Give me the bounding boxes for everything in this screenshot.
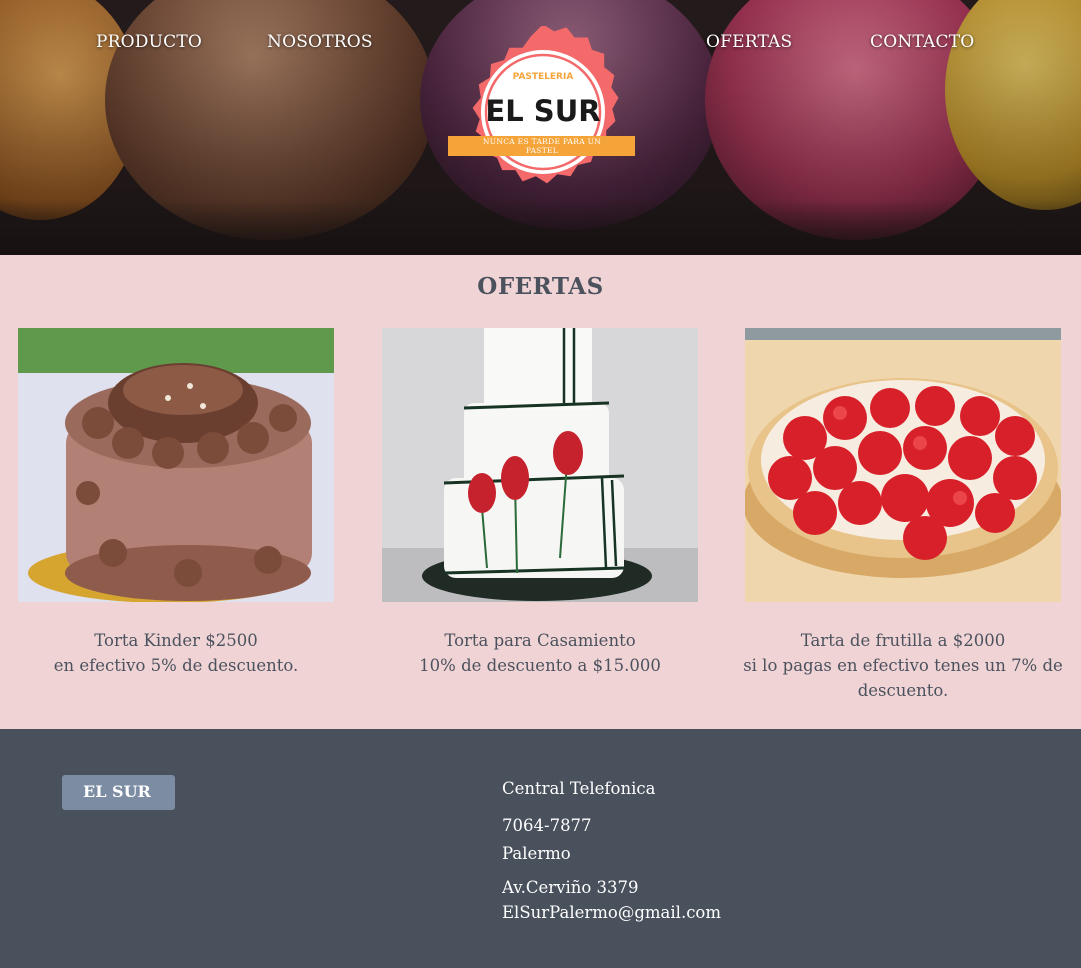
offers-title: OFERTAS [477, 273, 604, 300]
nav-contacto[interactable]: CONTACTO [870, 32, 974, 52]
offer-title-line: Torta Kinder $2500 [94, 631, 258, 650]
footer-phone: 7064-7877 [502, 816, 592, 835]
footer-neighborhood: Palermo [502, 844, 571, 863]
chocolate-cake-image[interactable] [18, 328, 334, 602]
offer-title-line: Tarta de frutilla a $2000 [800, 631, 1006, 650]
logo-name: EL SUR [485, 94, 600, 128]
logo-top-text: PASTELERIA [513, 72, 574, 82]
offers-section: OFERTAS Torta Kinder $2500 en efectivo 5… [0, 255, 1081, 729]
offer-card[interactable]: Tarta de frutilla a $2000 si lo pagas en… [743, 328, 1063, 700]
site-footer: EL SUR Central Telefonica 7064-7877 Pale… [0, 729, 1081, 968]
footer-heading: Central Telefonica [502, 779, 656, 798]
wedding-cake-image[interactable] [382, 328, 698, 602]
nav-nosotros[interactable]: NOSOTROS [267, 32, 373, 52]
brand-logo[interactable]: PASTELERIA EL SUR NUNCA ES TARDE PARA UN… [447, 24, 637, 198]
strawberry-tart-image[interactable] [745, 328, 1061, 602]
offer-detail-line: 10% de descuento a $15.000 [419, 656, 661, 675]
footer-brand-button[interactable]: EL SUR [62, 775, 175, 810]
footer-email[interactable]: ElSurPalermo@gmail.com [502, 903, 721, 922]
offer-description: Tarta de frutilla a $2000 si lo pagas en… [723, 628, 1081, 703]
logo-tagline: NUNCA ES TARDE PARA UN PASTEL [482, 137, 602, 155]
nav-producto[interactable]: PRODUCTO [96, 32, 202, 52]
offer-description: Torta Kinder $2500 en efectivo 5% de des… [0, 628, 356, 678]
offer-title-line: Torta para Casamiento [444, 631, 636, 650]
logo-emblem: PASTELERIA EL SUR NUNCA ES TARDE PARA UN… [448, 24, 635, 184]
nav-ofertas[interactable]: OFERTAS [706, 32, 792, 52]
hero-header: PRODUCTO NOSOTROS OFERTAS CONTACTO PASTE… [0, 0, 1081, 255]
offer-description: Torta para Casamiento 10% de descuento a… [360, 628, 720, 678]
offer-card[interactable]: Torta para Casamiento 10% de descuento a… [382, 328, 698, 675]
footer-address: Av.Cerviño 3379 [502, 878, 639, 897]
offer-detail-line: si lo pagas en efectivo tenes un 7% de d… [743, 656, 1063, 700]
offer-card[interactable]: Torta Kinder $2500 en efectivo 5% de des… [18, 328, 334, 675]
offer-detail-line: en efectivo 5% de descuento. [53, 656, 299, 675]
